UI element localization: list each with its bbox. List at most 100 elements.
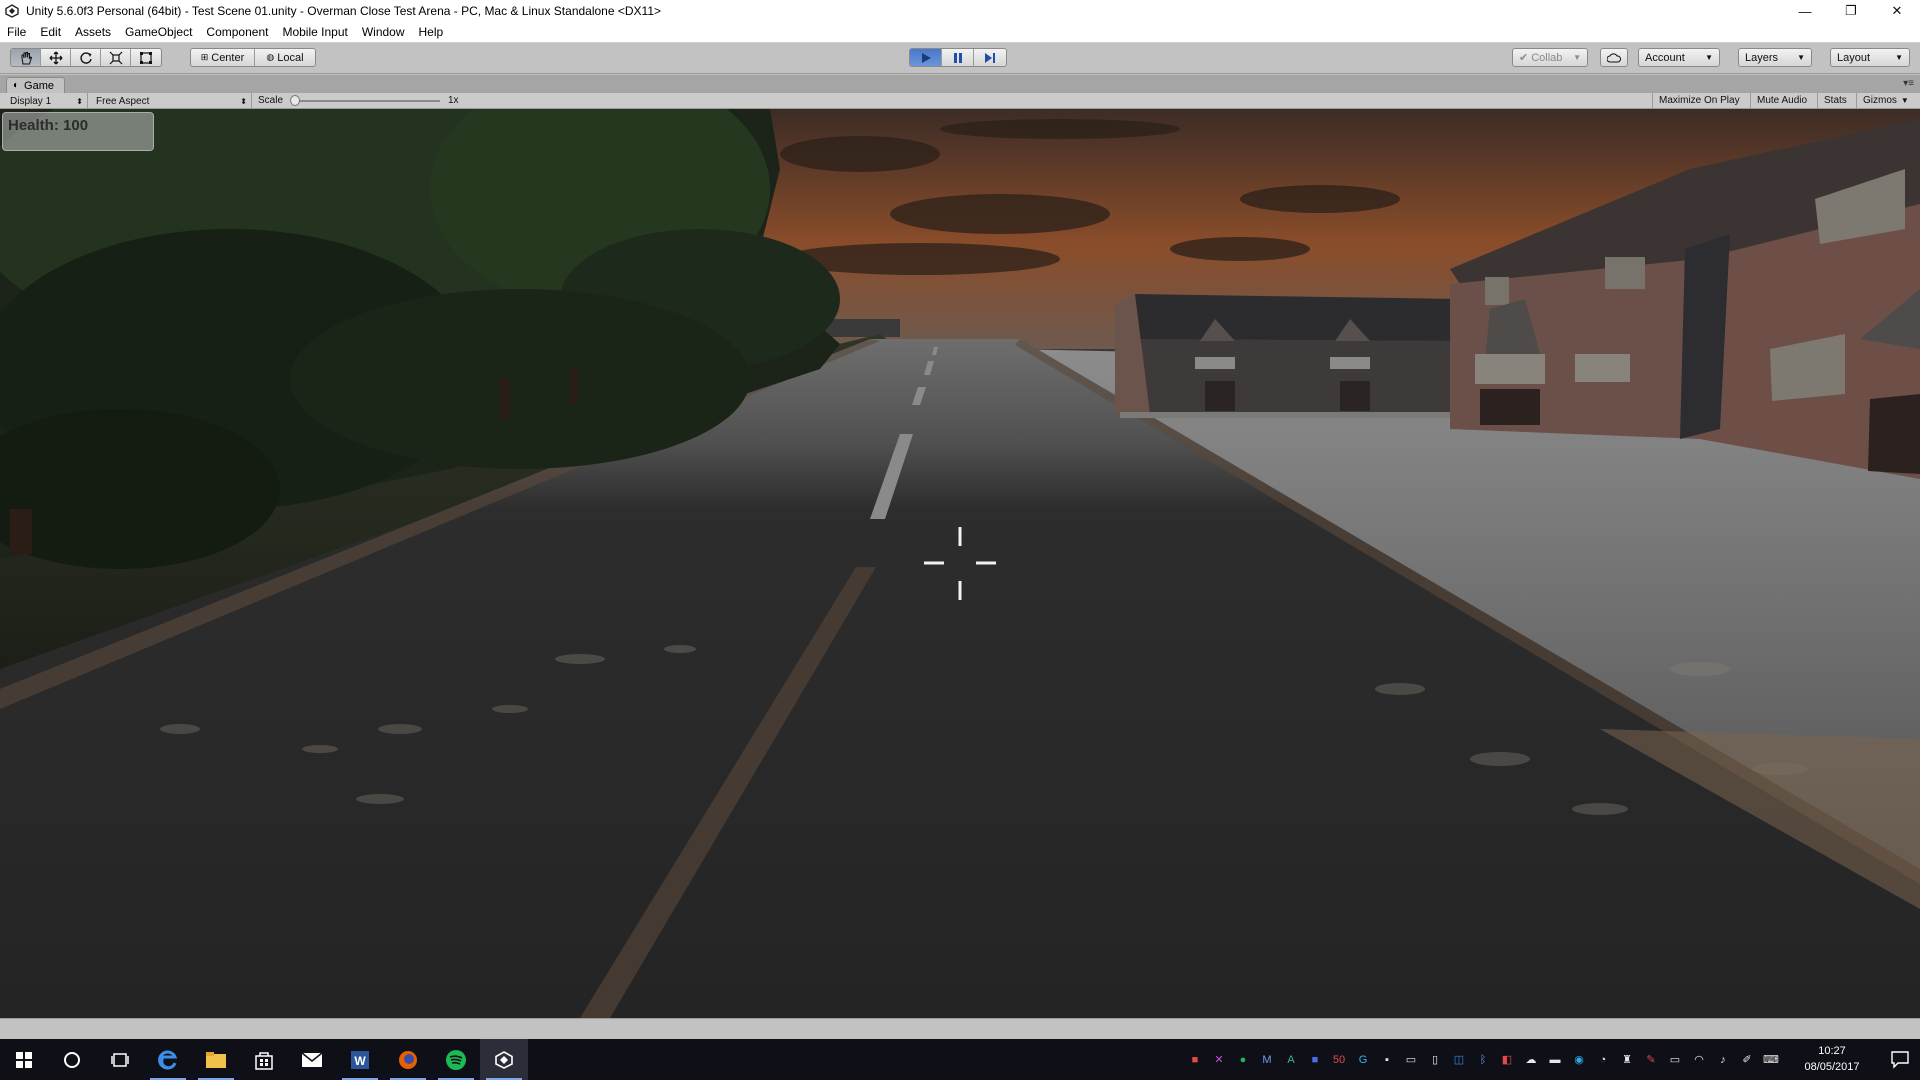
onedrive-icon[interactable]: ☁ xyxy=(1522,1051,1540,1069)
game-tab-bar: ◐ Game ▾≡ xyxy=(0,75,1920,93)
task-view-button[interactable] xyxy=(96,1039,144,1080)
updown-caret-icon: ⬍ xyxy=(240,96,247,106)
play-button[interactable] xyxy=(910,49,942,66)
move-tool-button[interactable] xyxy=(41,49,71,66)
clock-time: 10:27 xyxy=(1818,1045,1846,1057)
stats-toggle[interactable]: Stats xyxy=(1817,93,1853,109)
wifi-icon[interactable]: ◠ xyxy=(1690,1051,1708,1069)
action-center-button[interactable] xyxy=(1890,1049,1910,1069)
pivot-local-button[interactable]: ◍ Local xyxy=(255,49,315,66)
tray-app-icon[interactable]: ▬ xyxy=(1546,1051,1564,1069)
pen-icon[interactable]: ✐ xyxy=(1738,1051,1756,1069)
cloud-button[interactable] xyxy=(1600,48,1628,67)
pivot-center-icon: ⊞ xyxy=(200,52,209,62)
taskbar-edge[interactable] xyxy=(144,1039,192,1080)
layers-dropdown[interactable]: Layers ▼ xyxy=(1738,48,1812,67)
search-button[interactable] xyxy=(48,1039,96,1080)
game-view-controls: Display 1 ⬍ Free Aspect ⬍ Scale 1x Maximiz… xyxy=(0,93,1920,109)
tray-app-icon[interactable]: G xyxy=(1354,1051,1372,1069)
collab-check-icon: ✔ xyxy=(1519,52,1529,64)
pivot-local-label: Local xyxy=(277,51,304,64)
tray-app-icon[interactable]: ✕ xyxy=(1210,1051,1228,1069)
close-button[interactable]: ✕ xyxy=(1874,0,1920,22)
tray-spotify-icon[interactable]: ● xyxy=(1234,1051,1252,1069)
tray-app-icon[interactable]: ■ xyxy=(1306,1051,1324,1069)
tray-app-icon[interactable]: ▪ xyxy=(1378,1051,1396,1069)
move-arrows-icon xyxy=(49,51,62,64)
tray-app-icon[interactable]: ✎ xyxy=(1642,1051,1660,1069)
hand-icon xyxy=(21,51,32,64)
taskbar-firefox[interactable] xyxy=(384,1039,432,1080)
tray-monitor-icon[interactable]: ▭ xyxy=(1402,1051,1420,1069)
scale-slider-track[interactable] xyxy=(292,100,440,102)
menu-mobile-input[interactable]: Mobile Input xyxy=(275,22,354,43)
volume-icon[interactable]: ♪ xyxy=(1714,1051,1732,1069)
bluetooth-icon[interactable]: ᛒ xyxy=(1474,1051,1492,1069)
tab-game[interactable]: ◐ Game xyxy=(6,77,66,93)
menu-edit[interactable]: Edit xyxy=(33,22,68,43)
rect-transform-icon xyxy=(140,51,152,64)
pivot-center-label: Center xyxy=(211,51,245,64)
aspect-dropdown[interactable]: Free Aspect ⬍ xyxy=(90,93,252,109)
tray-usb-icon[interactable]: ▯ xyxy=(1426,1051,1444,1069)
hand-tool-button[interactable] xyxy=(11,49,41,66)
mute-audio-toggle[interactable]: Mute Audio xyxy=(1750,93,1813,109)
tray-app-icon[interactable]: 50 xyxy=(1330,1051,1348,1069)
menu-help[interactable]: Help xyxy=(412,22,451,43)
taskbar-unity[interactable] xyxy=(480,1039,528,1080)
folder-icon xyxy=(206,1051,226,1068)
updown-caret-icon: ⬍ xyxy=(76,96,83,106)
pivot-center-button[interactable]: ⊞ Center xyxy=(191,49,255,66)
start-button[interactable] xyxy=(0,1039,48,1080)
cortana-circle-icon xyxy=(64,1051,80,1068)
taskbar-store[interactable] xyxy=(240,1039,288,1080)
menu-assets[interactable]: Assets xyxy=(68,22,118,43)
step-icon xyxy=(985,52,995,63)
game-viewport[interactable]: Health: 100 xyxy=(0,109,1920,1018)
pause-icon xyxy=(953,52,962,63)
minimize-button[interactable]: — xyxy=(1782,0,1828,22)
menu-gameobject[interactable]: GameObject xyxy=(118,22,199,43)
tray-app-icon[interactable]: ◉ xyxy=(1570,1051,1588,1069)
game-controller-icon: ◐ xyxy=(13,80,20,91)
tray-app-icon[interactable]: ♜ xyxy=(1618,1051,1636,1069)
account-dropdown[interactable]: Account ▼ xyxy=(1638,48,1720,67)
taskbar-spotify[interactable] xyxy=(432,1039,480,1080)
layout-dropdown[interactable]: Layout ▼ xyxy=(1830,48,1910,67)
scale-value: 1x xyxy=(448,95,459,106)
windows-taskbar: W ■ ✕ ● M A ■ 50 G ▪ ▭ ▯ ◫ ᛒ ◧ ☁ ▬ ◉ ◔ ♜… xyxy=(0,1039,1920,1080)
collab-dropdown[interactable]: ✔ Collab ▼ xyxy=(1512,48,1588,67)
rotate-tool-button[interactable] xyxy=(71,49,101,66)
pause-button[interactable] xyxy=(942,49,974,66)
menu-component[interactable]: Component xyxy=(199,22,275,43)
chevron-down-icon: ▼ xyxy=(1705,53,1713,62)
menu-window[interactable]: Window xyxy=(355,22,412,43)
scale-slider-thumb[interactable] xyxy=(290,95,300,106)
rect-tool-button[interactable] xyxy=(131,49,161,66)
cloud-icon xyxy=(1607,52,1621,62)
taskbar-mail[interactable] xyxy=(288,1039,336,1080)
battery-icon[interactable]: ▭ xyxy=(1666,1051,1684,1069)
tray-app-icon[interactable]: M xyxy=(1258,1051,1276,1069)
tray-app-icon[interactable]: ◧ xyxy=(1498,1051,1516,1069)
play-controls xyxy=(909,48,1007,67)
layers-label: Layers xyxy=(1745,51,1779,64)
keyboard-icon[interactable]: ⌨ xyxy=(1762,1051,1780,1069)
editor-status-bar xyxy=(0,1018,1920,1039)
tray-app-icon[interactable]: A xyxy=(1282,1051,1300,1069)
tray-app-icon[interactable]: ■ xyxy=(1186,1051,1204,1069)
step-button[interactable] xyxy=(974,49,1006,66)
maximize-on-play-toggle[interactable]: Maximize On Play xyxy=(1652,93,1746,109)
menu-file[interactable]: File xyxy=(0,22,33,43)
display-dropdown[interactable]: Display 1 ⬍ xyxy=(4,93,88,109)
restore-button[interactable]: ❐ xyxy=(1828,0,1874,22)
clock[interactable]: 10:27 08/05/2017 xyxy=(1802,1043,1862,1075)
gizmos-dropdown[interactable]: Gizmos ▼ xyxy=(1856,93,1920,109)
tray-app-icon[interactable]: ◔ xyxy=(1594,1051,1612,1069)
taskbar-word[interactable]: W xyxy=(336,1039,384,1080)
taskbar-file-explorer[interactable] xyxy=(192,1039,240,1080)
health-hud: Health: 100 xyxy=(2,112,154,151)
scale-tool-button[interactable] xyxy=(101,49,131,66)
tray-app-icon[interactable]: ◫ xyxy=(1450,1051,1468,1069)
tab-menu-icon[interactable]: ▾≡ xyxy=(1903,78,1914,89)
